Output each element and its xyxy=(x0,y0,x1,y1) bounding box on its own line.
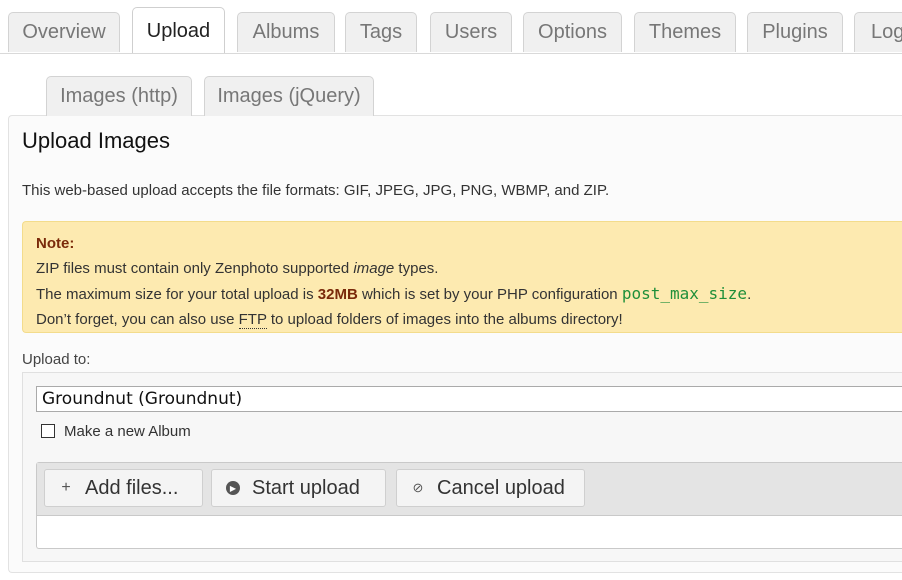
ftp-abbr: FTP xyxy=(238,311,267,329)
cancel-upload-button[interactable]: ⊘ Cancel upload xyxy=(396,469,585,507)
main-tab-bar: Overview Upload Albums Tags Users Option… xyxy=(0,0,902,54)
start-upload-button[interactable]: ▶ Start upload xyxy=(211,469,386,507)
tab-plugins[interactable]: Plugins xyxy=(747,12,843,52)
tab-logs[interactable]: Log xyxy=(854,12,902,52)
tab-themes[interactable]: Themes xyxy=(634,12,736,52)
new-album-label: Make a new Album xyxy=(64,423,191,440)
new-album-checkbox[interactable] xyxy=(41,424,55,438)
tab-overview[interactable]: Overview xyxy=(8,12,120,52)
subtab-images-http[interactable]: Images (http) xyxy=(46,76,192,116)
note-box: Note: ZIP files must contain only Zenpho… xyxy=(22,221,902,333)
note-max-size-line: The maximum size for your total upload i… xyxy=(36,284,752,303)
note-title: Note: xyxy=(36,235,75,252)
php-config-key: post_max_size xyxy=(621,284,748,303)
tab-options[interactable]: Options xyxy=(523,12,622,52)
plus-icon: + xyxy=(61,479,71,496)
album-select[interactable]: Groundnut (Groundnut) xyxy=(36,386,902,412)
note-zip-line: ZIP files must contain only Zenphoto sup… xyxy=(36,260,439,277)
tab-upload[interactable]: Upload xyxy=(132,7,225,53)
note-ftp-line: Don’t forget, you can also use FTP to up… xyxy=(36,311,623,329)
upload-to-label: Upload to: xyxy=(22,351,91,368)
subtab-images-jquery[interactable]: Images (jQuery) xyxy=(204,76,374,116)
cancel-icon: ⊘ xyxy=(412,480,424,495)
tab-albums[interactable]: Albums xyxy=(237,12,335,52)
max-upload-size: 32MB xyxy=(317,286,358,303)
page-title: Upload Images xyxy=(22,128,170,153)
play-circle-icon: ▶ xyxy=(226,481,240,495)
tab-tags[interactable]: Tags xyxy=(345,12,417,52)
add-files-button[interactable]: + Add files... xyxy=(44,469,203,507)
accepted-formats-text: This web-based upload accepts the file f… xyxy=(22,182,610,199)
tab-users[interactable]: Users xyxy=(430,12,512,52)
